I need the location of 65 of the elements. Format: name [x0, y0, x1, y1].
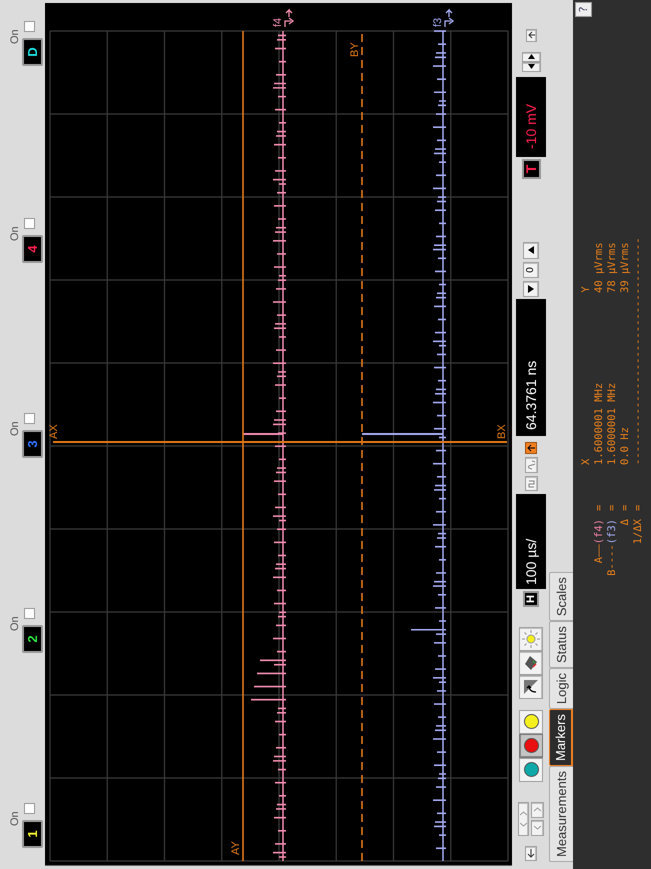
equals-sign: = [606, 504, 619, 511]
equals-sign: = [632, 504, 645, 511]
on-label: On [10, 29, 21, 44]
on-checkbox[interactable] [24, 21, 35, 32]
row-label: B---- [606, 544, 619, 576]
color-button[interactable] [519, 710, 543, 734]
channel-button[interactable]: 2 [22, 625, 43, 653]
position-display: 64.3761 ns [516, 299, 546, 436]
wave-button[interactable] [524, 476, 538, 491]
marker-label: BX [496, 424, 508, 439]
equals-sign: = [619, 504, 632, 511]
row-label: A—— [593, 544, 606, 564]
eraser-tool-button[interactable] [519, 651, 543, 675]
trigger-arrow-button[interactable] [525, 442, 537, 454]
offset-field[interactable]: 0 [523, 262, 539, 278]
time-per-division-display: 100 µs/ [516, 494, 546, 589]
on-checkbox[interactable] [24, 413, 35, 424]
marker-label: AY [230, 841, 242, 855]
marker-label: AX [48, 424, 60, 439]
help-button[interactable]: ? [575, 2, 592, 17]
y-value: 78 µVrms [606, 242, 619, 293]
equals-sign: = [593, 504, 606, 511]
color-button[interactable] [519, 758, 543, 782]
trigger-level-display: -10 mV [516, 77, 546, 157]
channel-button[interactable]: D [22, 38, 43, 66]
scroll-buttons[interactable] [518, 802, 529, 836]
on-label: On [10, 421, 21, 436]
source-label: (f4) [593, 519, 606, 544]
on-label: On [10, 226, 21, 241]
on-checkbox[interactable] [24, 803, 35, 814]
source-label: (f3) [606, 519, 619, 544]
panel-tab[interactable]: Status [549, 621, 573, 668]
panel-tab[interactable]: Markers [549, 709, 573, 766]
y-value: 40 µVrms [593, 242, 606, 293]
column-header: Y [580, 286, 593, 293]
x-value: ------------------------------------ [632, 237, 645, 465]
eraser-icon [523, 654, 539, 672]
trace-label: f3 [432, 18, 444, 27]
on-label: On [10, 616, 21, 631]
trace-label: f4 [272, 18, 284, 27]
color-button[interactable] [519, 734, 543, 758]
channel-button[interactable]: 3 [22, 430, 43, 458]
hand-cursor-icon [522, 678, 540, 696]
horizontal-button[interactable]: H [523, 591, 539, 607]
y-value: 39 µVrms [619, 242, 632, 293]
row-label: 1/ΔX [632, 519, 645, 544]
on-label: On [10, 811, 21, 826]
sun-icon [522, 630, 540, 648]
channel-button[interactable]: 1 [22, 820, 43, 848]
panel-tab[interactable]: Logic [549, 668, 573, 710]
ground-arrow-icon [284, 8, 294, 28]
on-checkbox[interactable] [24, 608, 35, 619]
on-checkbox[interactable] [24, 218, 35, 229]
channel-button[interactable]: 4 [22, 235, 43, 263]
x-value: 1.6000001 MHz [606, 382, 619, 465]
panel-tab[interactable]: Scales [549, 572, 573, 622]
cursor-tool-button[interactable] [519, 675, 543, 699]
trigger-button[interactable]: T [522, 159, 540, 179]
x-value: 1.6000001 MHz [593, 382, 606, 465]
x-value: 0.0 Hz [619, 426, 632, 465]
panel-tab[interactable]: Measurements [549, 766, 573, 862]
row-label: Δ [619, 519, 632, 526]
ground-arrow-icon [444, 8, 454, 28]
column-header: X [580, 458, 593, 465]
marker-label: BY [349, 42, 361, 57]
